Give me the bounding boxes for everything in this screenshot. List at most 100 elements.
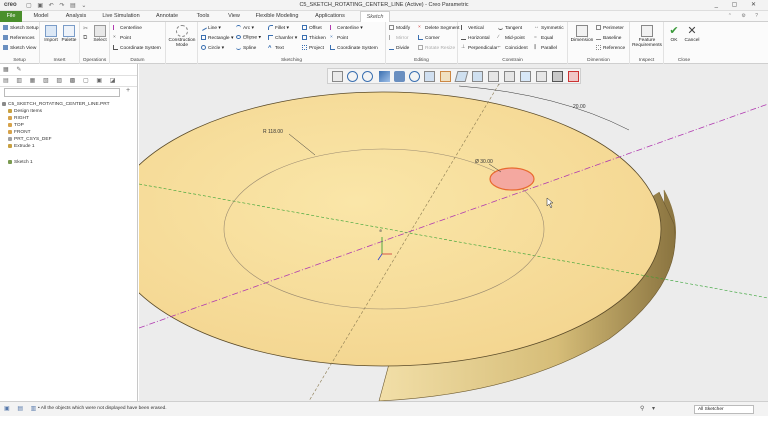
tree-node[interactable]: C5_SKETCH_ROTATING_CENTER_LINE.PRT (2, 101, 110, 108)
coincident-constraint[interactable]: ⌐ Coincident (498, 45, 528, 51)
delete-segment-button[interactable]: × Delete Segment (418, 25, 459, 31)
modify-button[interactable]: Modify (389, 25, 410, 31)
sketch-centerline-tool[interactable]: Centerline ▾ (330, 25, 363, 31)
csys-display-icon[interactable] (520, 71, 531, 82)
ok-button[interactable]: ✔ OK (666, 25, 682, 43)
highlighted-hole[interactable] (489, 167, 535, 191)
tree-node[interactable]: Extrude 1 (8, 143, 35, 150)
sketch-view-button[interactable]: Sketch View (3, 45, 36, 51)
perpendicular-constraint[interactable]: ⊥ Perpendicular (461, 45, 498, 51)
tab-model[interactable]: Model (26, 11, 56, 22)
dimension-button[interactable]: Dimension (569, 25, 595, 43)
datum-point-button[interactable]: × Point (113, 35, 131, 41)
vertical-constraint[interactable]: Vertical (461, 25, 484, 31)
palette-button[interactable]: Palette (60, 25, 78, 43)
help-icons[interactable]: ⌃ ⚙ ? (728, 13, 762, 19)
part-top-face[interactable] (139, 91, 662, 367)
display-style-icon[interactable] (394, 71, 405, 82)
refit-icon[interactable] (332, 71, 343, 82)
reference-button[interactable]: Reference (596, 45, 625, 51)
radius-dimension[interactable]: R 118.00 (263, 129, 283, 135)
panel-tabs[interactable]: ▦ ✎ (0, 64, 137, 76)
view-manager-icon[interactable] (424, 71, 435, 82)
point-display-icon[interactable] (504, 71, 515, 82)
rotate-resize-button[interactable]: Rotate Resize (418, 45, 455, 51)
references-button[interactable]: References (3, 35, 35, 41)
line-tool[interactable]: Line ▾ (200, 24, 221, 31)
tab-analysis[interactable]: Analysis (60, 11, 92, 22)
select-button[interactable]: Select (91, 25, 109, 43)
sketcher-display-icon[interactable] (552, 71, 563, 82)
sketch-csys-tool[interactable]: Coordinate System (330, 45, 378, 51)
fillet-tool[interactable]: Fillet ▾ (268, 25, 289, 31)
model-canvas[interactable]: ⊕ R 118.00 Ø 30.00 20.00 (139, 64, 768, 401)
status-icons[interactable]: ▣ ▤ ▥ (4, 405, 39, 412)
horizontal-constraint[interactable]: Horizontal (461, 35, 490, 41)
copy-icon[interactable]: ⧉ (83, 35, 87, 42)
rectangle-tool[interactable]: Rectangle ▾ (201, 35, 233, 41)
feature-requirements-button[interactable]: Feature Requirements (631, 25, 663, 48)
axis-display-icon[interactable] (488, 71, 499, 82)
datum-centerline-button[interactable]: Centerline (113, 25, 142, 31)
offset-tool[interactable]: Offset (302, 25, 322, 31)
plane-display-icon[interactable] (472, 71, 483, 82)
thicken-tool[interactable]: Thicken (302, 35, 326, 41)
angle-dimension[interactable]: 20.00 (573, 104, 586, 110)
text-tool[interactable]: A Text (268, 45, 284, 51)
selection-icons[interactable]: ⚲ ▾ (640, 405, 658, 412)
tree-node[interactable]: Design Items (8, 108, 42, 115)
selection-filter[interactable]: All Sketcher (694, 405, 754, 414)
zoom-in-icon[interactable] (347, 71, 358, 82)
perimeter-button[interactable]: Perimeter (596, 25, 624, 31)
tree-node[interactable]: PRT_CSYS_DEF (8, 136, 52, 143)
perspective-icon[interactable] (440, 71, 451, 82)
tab-annotate[interactable]: Annotate (150, 11, 184, 22)
import-button[interactable]: Import (42, 25, 60, 43)
circle-tool[interactable]: Circle ▾ (201, 45, 224, 51)
tab-flexible-modeling[interactable]: Flexible Modeling (252, 11, 302, 22)
diameter-dimension[interactable]: Ø 30.00 (475, 159, 493, 165)
project-tool[interactable]: Project (302, 45, 324, 51)
tab-sketch[interactable]: Sketch (360, 11, 390, 22)
graphics-area[interactable]: ⊕ R 118.00 Ø 30.00 20.00 (139, 64, 768, 401)
tree-node[interactable]: TOP (8, 122, 24, 129)
divide-button[interactable]: Divide (389, 45, 409, 51)
tree-search-input[interactable] (4, 88, 120, 97)
baseline-button[interactable]: Baseline (596, 35, 621, 41)
ellipse-tool[interactable]: Ellipse ▾ (236, 35, 261, 40)
corner-button[interactable]: Corner (418, 35, 440, 41)
saved-orientations-icon[interactable] (409, 71, 420, 82)
tree-node[interactable]: FRONT (8, 129, 31, 136)
add-icon[interactable]: + (126, 87, 130, 94)
construction-mode-button[interactable]: Construction Mode (168, 25, 196, 48)
datum-coordinate-system-button[interactable]: Coordinate System (113, 45, 161, 51)
sketch-point-tool[interactable]: × Point (330, 35, 348, 41)
cut-icon[interactable]: ✂ (83, 25, 88, 32)
annotation-display-icon[interactable] (536, 71, 547, 82)
spline-tool[interactable]: Spline (236, 45, 256, 51)
tab-applications[interactable]: Applications (308, 11, 352, 22)
tab-view[interactable]: View (222, 11, 246, 22)
tree-node[interactable]: RIGHT (8, 115, 29, 122)
equal-constraint[interactable]: = Equal (534, 35, 553, 41)
parallel-constraint[interactable]: ∥ Parallel (534, 45, 557, 51)
cancel-button[interactable]: ✕ Cancel (683, 25, 701, 43)
tab-tools[interactable]: Tools (190, 11, 216, 22)
tree-toolbar[interactable]: ▤ ▥ ▦ ▧ ▨ ▩ ▢ ▣ ◪ (0, 76, 137, 87)
tangent-constraint[interactable]: Tangent (498, 25, 522, 31)
tree-node[interactable]: Sketch 1 (8, 159, 33, 166)
symmetric-constraint[interactable]: ↔ Symmetric (534, 25, 564, 31)
tab-live-simulation[interactable]: Live Simulation (98, 11, 144, 22)
repaint-icon[interactable] (379, 71, 390, 82)
tree-node-icon (8, 143, 12, 148)
midpoint-constraint[interactable]: ∕ Mid-point (498, 35, 525, 41)
mirror-button[interactable]: Mirror (389, 35, 409, 41)
datum-display-icon[interactable] (454, 71, 469, 82)
chamfer-tool[interactable]: Chamfer ▾ (268, 35, 297, 41)
arc-tool[interactable]: Arc ▾ (236, 25, 254, 31)
sketch-view-icon[interactable] (568, 71, 579, 82)
sketch-setup-button[interactable]: Sketch Setup (3, 25, 39, 31)
tab-file[interactable]: File (0, 11, 22, 22)
zoom-out-icon[interactable] (362, 71, 373, 82)
window-controls[interactable]: _ ▢ ✕ (715, 1, 762, 8)
